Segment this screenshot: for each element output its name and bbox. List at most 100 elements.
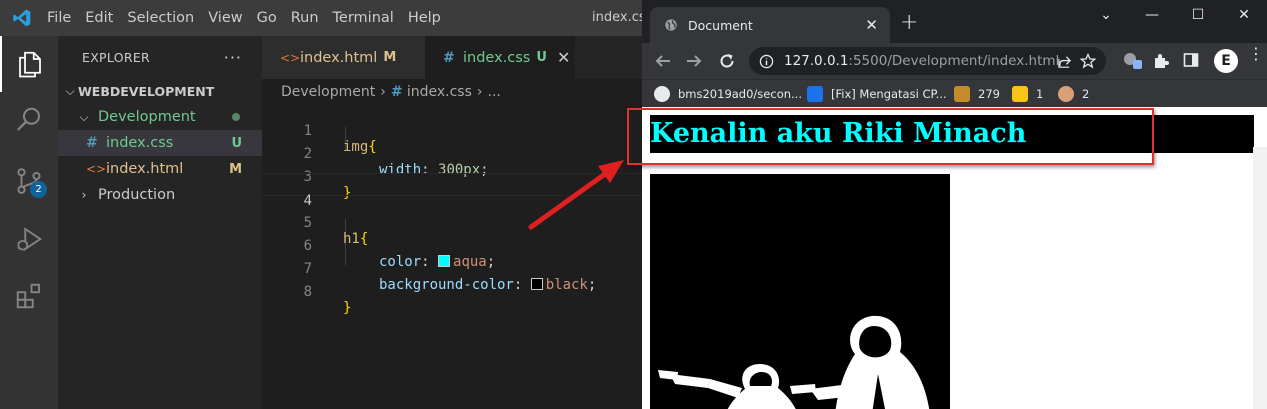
close-icon[interactable]: ✕ bbox=[557, 48, 570, 67]
folder-production[interactable]: › Production bbox=[58, 182, 262, 208]
browser-tab-document[interactable]: Document ✕ bbox=[650, 7, 890, 43]
menu-help[interactable]: Help bbox=[401, 10, 448, 26]
monkeys-with-guns-image bbox=[650, 174, 950, 409]
menu-bar: File Edit Selection View Go Run Terminal… bbox=[40, 0, 448, 36]
file-index-css[interactable]: # index.css U bbox=[58, 130, 262, 156]
menu-view[interactable]: View bbox=[201, 10, 249, 26]
menu-selection[interactable]: Selection bbox=[120, 10, 201, 26]
vscode-titlebar: File Edit Selection View Go Run Terminal… bbox=[0, 0, 642, 36]
menu-go[interactable]: Go bbox=[250, 10, 284, 26]
editor-tabs: <> index.html M # index.css U ✕ bbox=[262, 36, 642, 79]
tab-index-css-label: index.css bbox=[463, 49, 531, 66]
bookmark-label: [Fix] Mengatasi CP... bbox=[831, 87, 947, 101]
window-title: index.cs bbox=[592, 10, 642, 25]
file-index-html[interactable]: <> index.html M bbox=[58, 156, 262, 182]
url-text[interactable]: 127.0.0.1:5500/Development/index.html bbox=[784, 53, 1059, 69]
hand-favicon-icon bbox=[1058, 86, 1074, 102]
extensions-icon bbox=[16, 283, 40, 309]
bookmark-2[interactable]: 2 bbox=[1058, 84, 1089, 104]
close-icon[interactable]: ✕ bbox=[865, 16, 878, 34]
css-file-icon: # bbox=[86, 135, 98, 151]
folder-production-label: Production bbox=[98, 187, 176, 203]
source-control-activity-button[interactable]: 2 bbox=[0, 153, 58, 209]
scm-count-badge: 2 bbox=[30, 181, 47, 198]
css-brace: } bbox=[343, 300, 352, 316]
browser-toolbar: 127.0.0.1:5500/Development/index.html E … bbox=[642, 43, 1267, 79]
menu-file[interactable]: File bbox=[40, 10, 78, 26]
workspace-root-folder[interactable]: ⌵ WEBDEVELOPMENT bbox=[58, 78, 262, 104]
globe-icon bbox=[665, 19, 677, 31]
extensions-activity-button[interactable] bbox=[0, 268, 58, 324]
folder-development[interactable]: ⌵ Development bbox=[58, 104, 262, 130]
breadcrumb-file[interactable]: index.css bbox=[407, 84, 472, 100]
chevron-right-icon: › bbox=[476, 84, 483, 100]
explorer-sidebar: EXPLORER ··· ⌵ WEBDEVELOPMENT ⌵ Developm… bbox=[58, 36, 262, 409]
modified-status: M bbox=[229, 161, 242, 177]
breadcrumb-symbol[interactable]: ... bbox=[488, 84, 501, 100]
bookmark-github[interactable]: bms2019ad0/secon... bbox=[654, 84, 802, 104]
maximize-icon[interactable]: ☐ bbox=[1175, 0, 1221, 30]
more-menu-icon[interactable]: ⋮ bbox=[1248, 46, 1264, 62]
bookmark-279[interactable]: 279 bbox=[954, 84, 1000, 104]
bookmark-label: 279 bbox=[978, 87, 1000, 101]
html-file-icon: <> bbox=[86, 162, 107, 176]
files-icon bbox=[19, 51, 41, 78]
breadcrumb-folder[interactable]: Development bbox=[281, 84, 375, 100]
menu-edit[interactable]: Edit bbox=[78, 10, 120, 26]
side-panel-icon[interactable] bbox=[1183, 52, 1199, 68]
file-index-html-label: index.html bbox=[106, 161, 184, 177]
vscode-window: File Edit Selection View Go Run Terminal… bbox=[0, 0, 642, 409]
line-number: 8 bbox=[303, 284, 312, 300]
extensions-puzzle-icon[interactable] bbox=[1152, 52, 1170, 70]
folder-favicon-icon bbox=[1012, 86, 1028, 102]
explorer-title: EXPLORER bbox=[82, 49, 151, 65]
back-arrow-icon[interactable] bbox=[654, 52, 672, 70]
bookmark-star-icon[interactable] bbox=[1080, 53, 1096, 69]
tab-untracked-status: U bbox=[536, 50, 547, 65]
css-file-icon: # bbox=[443, 49, 455, 66]
bookmark-fix[interactable]: [Fix] Mengatasi CP... bbox=[807, 84, 947, 104]
workspace-root-label: WEBDEVELOPMENT bbox=[78, 83, 215, 99]
chevron-right-icon: › bbox=[380, 84, 386, 100]
extension-puzzle-badge-icon[interactable] bbox=[1122, 51, 1144, 71]
breadcrumb: Development › # index.css › ... bbox=[281, 81, 501, 103]
window-controls: ⌄ — ☐ ✕ bbox=[1083, 0, 1267, 30]
code-line: 5 h1{ bbox=[262, 196, 642, 247]
chevron-down-icon: ⌵ bbox=[65, 83, 75, 98]
site-info-icon[interactable] bbox=[759, 54, 774, 69]
menu-run[interactable]: Run bbox=[284, 10, 326, 26]
code-line: 6 color: aqua; bbox=[262, 219, 642, 270]
site-favicon-icon bbox=[807, 86, 823, 102]
explorer-header: EXPLORER ··· bbox=[58, 36, 262, 78]
folder-development-label: Development bbox=[98, 109, 196, 125]
bookmarks-bar: bms2019ad0/secon... [Fix] Mengatasi CP..… bbox=[642, 79, 1267, 107]
page-scrollbar[interactable] bbox=[1253, 147, 1267, 409]
minimize-icon[interactable]: — bbox=[1129, 0, 1175, 30]
forward-arrow-icon[interactable] bbox=[685, 52, 703, 70]
code-line: 2 width: 300px; bbox=[262, 127, 642, 178]
run-debug-icon bbox=[17, 227, 42, 251]
activity-bar: 2 bbox=[0, 36, 58, 409]
reload-icon[interactable] bbox=[718, 52, 736, 70]
html-file-icon: <> bbox=[280, 50, 301, 65]
close-window-icon[interactable]: ✕ bbox=[1221, 0, 1267, 30]
explorer-more-button[interactable]: ··· bbox=[224, 48, 242, 67]
run-debug-activity-button[interactable] bbox=[0, 211, 58, 267]
tab-index-html[interactable]: <> index.html M bbox=[262, 36, 425, 79]
search-icon bbox=[16, 107, 40, 131]
address-bar[interactable]: 127.0.0.1:5500/Development/index.html bbox=[749, 47, 1106, 75]
share-icon[interactable] bbox=[1057, 54, 1072, 69]
new-tab-button[interactable]: + bbox=[900, 10, 918, 35]
bookmark-1[interactable]: 1 bbox=[1012, 84, 1043, 104]
code-line: 1 img{ bbox=[262, 104, 642, 155]
bookmark-label: 2 bbox=[1082, 87, 1090, 101]
tab-index-css[interactable]: # index.css U ✕ bbox=[425, 36, 575, 79]
menu-terminal[interactable]: Terminal bbox=[326, 10, 401, 26]
modified-dot-icon bbox=[232, 113, 240, 121]
tab-index-html-label: index.html bbox=[300, 49, 378, 66]
profile-avatar[interactable]: E bbox=[1214, 49, 1238, 73]
editor-area: <> index.html M # index.css U ✕ Developm… bbox=[262, 36, 642, 409]
explorer-activity-button[interactable] bbox=[0, 36, 58, 92]
search-activity-button[interactable] bbox=[0, 92, 58, 148]
tab-search-chevron-down-icon[interactable]: ⌄ bbox=[1083, 0, 1129, 30]
